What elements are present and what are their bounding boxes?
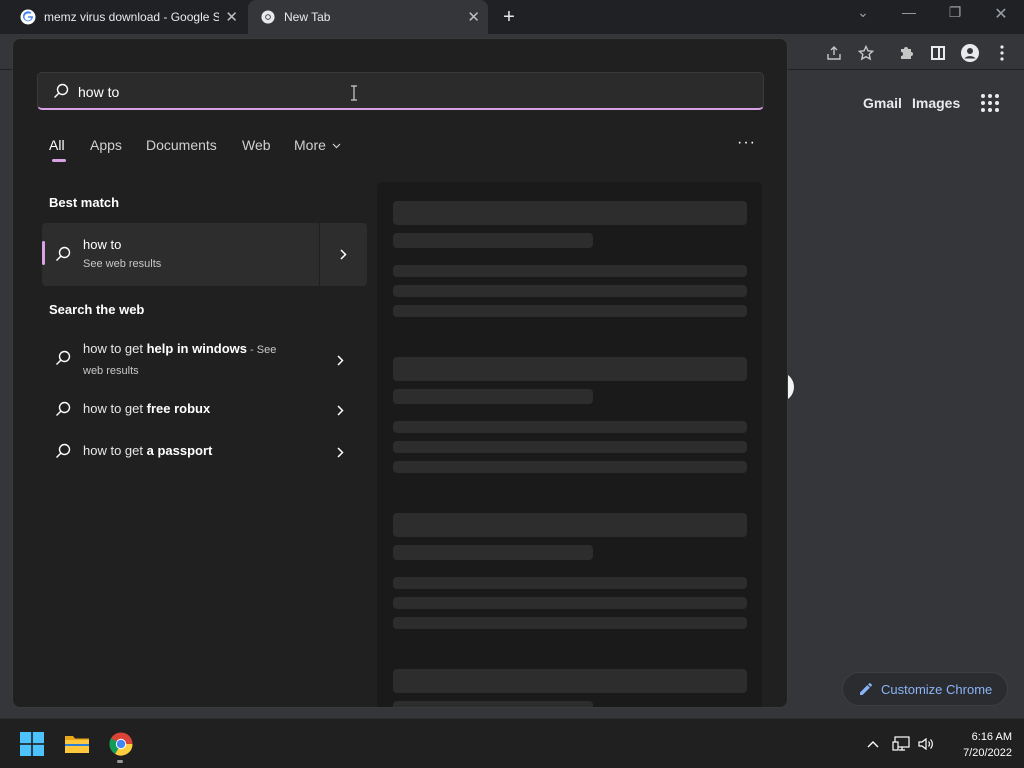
- tab-new-tab[interactable]: New Tab ✕: [248, 0, 488, 34]
- search-icon: [55, 350, 71, 371]
- network-icon[interactable]: [892, 735, 910, 753]
- preview-pane-loading: [377, 182, 762, 707]
- chrome-favicon: [260, 9, 276, 25]
- customize-chrome-button[interactable]: Customize Chrome: [842, 672, 1008, 706]
- tab-more-label: More: [294, 137, 326, 153]
- chevron-right-icon[interactable]: [337, 353, 344, 371]
- more-options-icon[interactable]: ···: [737, 134, 756, 152]
- pencil-icon: [860, 682, 873, 695]
- skeleton-block: [393, 513, 747, 537]
- windows-start-icon[interactable]: [20, 732, 44, 756]
- chrome-menu-icon[interactable]: [992, 43, 1012, 63]
- bookmark-star-icon[interactable]: [856, 43, 876, 63]
- clock-date: 7/20/2022: [963, 747, 1012, 759]
- web-result-item[interactable]: how to get help in windows - See web res…: [42, 339, 367, 383]
- close-tab-icon[interactable]: ✕: [225, 8, 238, 26]
- show-hidden-icons-chevron-icon[interactable]: [864, 735, 882, 753]
- skeleton-line: [393, 389, 593, 404]
- search-icon: [55, 246, 71, 267]
- skeleton-line: [393, 441, 747, 453]
- search-box[interactable]: [37, 72, 764, 110]
- tab-more[interactable]: More: [294, 137, 341, 153]
- skeleton-line: [393, 545, 593, 560]
- search-the-web-heading: Search the web: [49, 302, 145, 317]
- tab-documents[interactable]: Documents: [146, 137, 217, 153]
- restore-icon[interactable]: ❐: [940, 4, 970, 21]
- best-match-heading: Best match: [49, 195, 120, 210]
- skeleton-line: [393, 285, 747, 297]
- chevron-right-icon[interactable]: [337, 403, 344, 421]
- chevron-right-icon[interactable]: [337, 445, 344, 463]
- skeleton-line: [393, 617, 747, 629]
- skeleton-line: [393, 597, 747, 609]
- tab-apps[interactable]: Apps: [90, 137, 122, 153]
- skeleton-block: [393, 357, 747, 381]
- skeleton-line: [393, 421, 747, 433]
- text-cursor-ibeam-icon: [351, 85, 357, 101]
- web-result-text: how to get free robux: [83, 401, 211, 416]
- customize-chrome-label: Customize Chrome: [881, 681, 993, 697]
- gmail-link[interactable]: Gmail: [863, 95, 902, 111]
- google-favicon: [20, 9, 36, 25]
- chevron-down-icon: [332, 143, 341, 149]
- tab-all[interactable]: All: [49, 137, 65, 153]
- skeleton-line: [393, 461, 747, 473]
- taskbar-clock[interactable]: 6:16 AM 7/20/2022: [944, 729, 1012, 761]
- close-tab-icon[interactable]: ✕: [467, 8, 480, 26]
- active-tab-indicator: [52, 159, 66, 162]
- profile-avatar-icon[interactable]: [960, 43, 980, 63]
- best-match-title: how to: [83, 237, 122, 252]
- search-icon: [55, 401, 71, 422]
- windows-search-flyout: All Apps Documents Web More ··· Best mat…: [12, 38, 788, 708]
- extensions-puzzle-icon[interactable]: [896, 43, 916, 63]
- side-panel-icon[interactable]: [928, 43, 948, 63]
- search-input[interactable]: [78, 81, 738, 103]
- skeleton-line: [393, 577, 747, 589]
- share-icon[interactable]: [824, 43, 844, 63]
- chrome-icon[interactable]: [109, 732, 133, 756]
- best-match-expand-button[interactable]: [320, 223, 367, 286]
- minimize-icon[interactable]: —: [894, 4, 924, 20]
- best-match-open[interactable]: how to See web results: [42, 223, 319, 286]
- tab-search-chevron-icon[interactable]: ⌄: [848, 4, 878, 21]
- best-match-result: how to See web results: [42, 223, 367, 286]
- best-match-subtitle: See web results: [83, 258, 162, 270]
- clock-time: 6:16 AM: [971, 731, 1012, 743]
- web-result-item[interactable]: how to get free robux: [42, 399, 367, 419]
- skeleton-block: [393, 669, 747, 693]
- web-result-text: how to get a passport: [83, 443, 213, 458]
- window-close-icon[interactable]: ✕: [986, 4, 1016, 24]
- skeleton-line: [393, 233, 593, 248]
- file-explorer-icon[interactable]: [64, 732, 90, 756]
- skeleton-line: [393, 701, 593, 707]
- skeleton-block: [393, 201, 747, 225]
- web-result-item[interactable]: how to get a passport: [42, 441, 367, 461]
- tab-web[interactable]: Web: [242, 137, 271, 153]
- search-icon: [53, 83, 69, 104]
- chevron-right-icon: [340, 249, 347, 260]
- running-app-indicator: [117, 760, 123, 763]
- tab-title: memz virus download - Google S: [44, 10, 219, 24]
- images-link[interactable]: Images: [912, 95, 960, 111]
- skeleton-line: [393, 305, 747, 317]
- tab-title: New Tab: [284, 10, 331, 24]
- search-icon: [55, 443, 71, 464]
- skeleton-line: [393, 265, 747, 277]
- tab-google-search[interactable]: memz virus download - Google S ✕: [10, 0, 246, 34]
- google-apps-icon[interactable]: [981, 94, 999, 112]
- new-tab-plus-icon[interactable]: +: [498, 6, 520, 28]
- search-filter-tabs: All Apps Documents Web More: [49, 137, 369, 161]
- selection-accent: [42, 241, 45, 265]
- volume-icon[interactable]: [917, 735, 935, 753]
- web-result-text: how to get help in windows - See web res…: [83, 341, 277, 377]
